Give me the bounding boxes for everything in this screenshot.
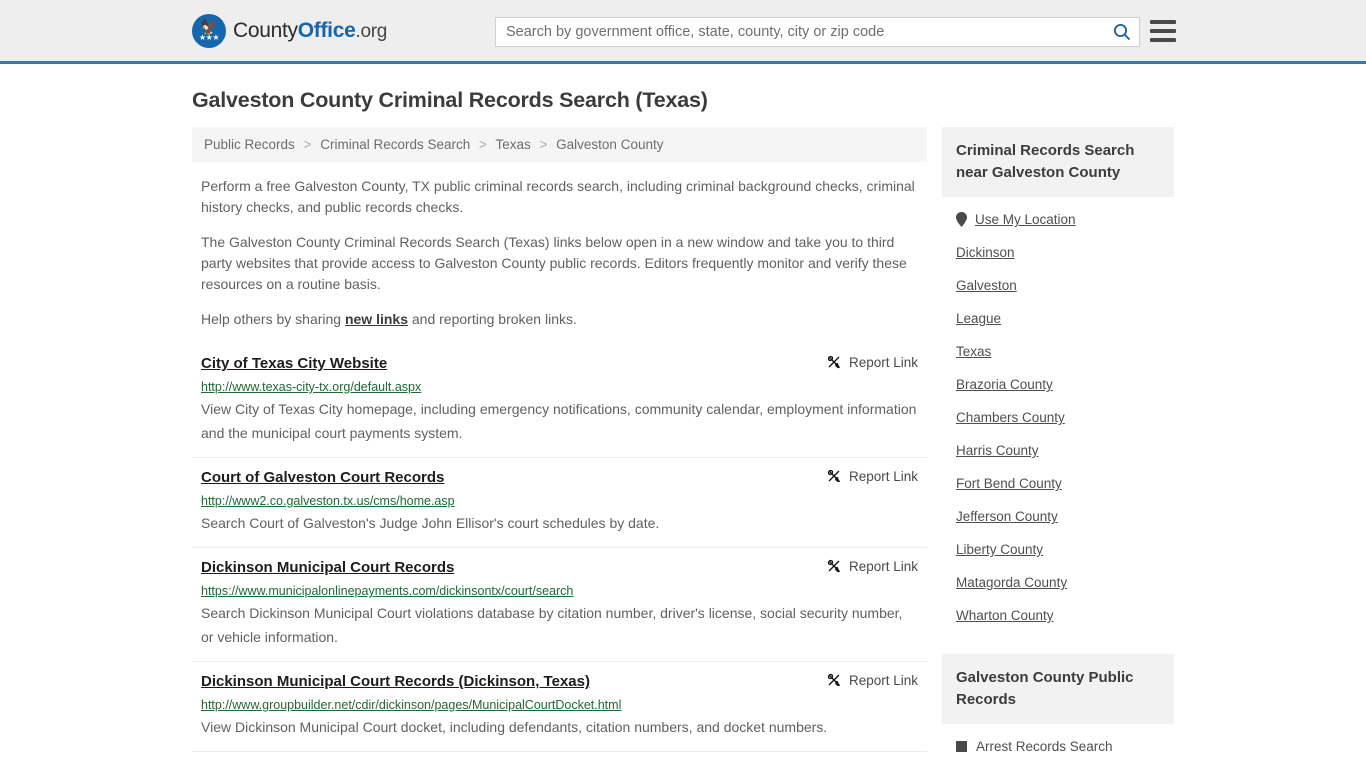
breadcrumb-item[interactable]: Galveston County [556,137,663,152]
breadcrumb-separator: > [479,137,487,152]
breadcrumb-separator: > [303,137,312,152]
menu-bar [1150,20,1176,24]
help-suffix: and reporting broken links. [408,311,577,327]
nearby-link[interactable]: League [956,302,1174,335]
breadcrumb-separator: > [539,137,548,152]
menu-bar [1150,29,1176,33]
search-icon [1114,24,1131,41]
map-pin-icon [956,212,967,227]
broken-link-icon [827,469,840,483]
report-link-label: Report Link [848,672,918,688]
sidebar-public-records-title: Galveston County Public Records [942,654,1174,724]
result-item: Court of Galveston Court Records Report … [192,458,927,548]
report-link-button[interactable]: Report Link [826,354,918,370]
use-my-location-label: Use My Location [975,212,1076,227]
sidebar: Criminal Records Search near Galveston C… [942,127,1174,763]
report-link-button[interactable]: Report Link [826,672,918,688]
nearby-link[interactable]: Wharton County [956,599,1174,632]
result-title-link[interactable]: Dickinson Municipal Court Records [201,558,454,578]
report-link-button[interactable]: Report Link [826,468,918,484]
report-link-label: Report Link [848,468,918,484]
intro-paragraph-2: The Galveston County Criminal Records Se… [201,234,907,292]
breadcrumb-item[interactable]: Texas [495,137,530,152]
result-item: City of Texas City Website Report Link ht… [192,344,927,458]
main-content: Public Records > Criminal Records Search… [192,127,927,752]
result-url[interactable]: http://www.texas-city-tx.org/default.asp… [201,379,918,395]
logo-text: CountyOffice.org [233,19,387,43]
report-link-label: Report Link [848,558,918,574]
report-link-label: Report Link [848,354,918,370]
breadcrumb-item[interactable]: Public Records [204,137,295,152]
help-paragraph: Help others by sharing new links and rep… [192,309,927,330]
use-my-location-link[interactable]: Use My Location [956,203,1174,236]
public-records-links: Arrest Records Search [942,724,1174,763]
logo-bold: Office [297,18,356,42]
result-title-link[interactable]: City of Texas City Website [201,354,387,374]
new-links-link[interactable]: new links [345,311,408,327]
broken-link-icon [827,355,840,369]
result-title-link[interactable]: Dickinson Municipal Court Records (Dicki… [201,672,590,692]
help-prefix: Help others by sharing [201,311,345,327]
result-title-link[interactable]: Court of Galveston Court Records [201,468,444,488]
breadcrumb: Public Records > Criminal Records Search… [192,127,927,162]
page-container: Galveston County Criminal Records Search… [0,88,1366,763]
nearby-link[interactable]: Jefferson County [956,500,1174,533]
sidebar-public-records: Galveston County Public Records Arrest R… [942,654,1174,763]
site-logo[interactable]: 🦅 ★★★ CountyOffice.org [192,13,387,48]
square-bullet-icon [956,741,967,752]
result-item: Dickinson Municipal Court Records (Dicki… [192,662,927,752]
public-records-label: Arrest Records Search [976,739,1113,754]
result-description: Search Court of Galveston's Judge John E… [201,515,660,531]
public-records-link[interactable]: Arrest Records Search [956,730,1174,763]
nearby-link-list: Dickinson Galveston League Texas Brazoria Co… [956,236,1174,632]
eagle-seal-icon: 🦅 ★★★ [192,13,226,48]
results-list: City of Texas City Website Report Link ht… [192,344,927,752]
result-description: Search Dickinson Municipal Court violati… [201,605,903,645]
site-header: 🦅 ★★★ CountyOffice.org [0,0,1366,64]
search-input[interactable] [496,18,1105,46]
result-url[interactable]: http://www2.co.galveston.tx.us/cms/home.… [201,493,918,509]
result-description: View City of Texas City homepage, includ… [201,401,917,441]
nearby-link[interactable]: Dickinson [956,236,1174,269]
result-url[interactable]: https://www.municipalonlinepayments.com/… [201,583,918,599]
breadcrumb-item[interactable]: Criminal Records Search [320,137,470,152]
nearby-link[interactable]: Chambers County [956,401,1174,434]
broken-link-icon [827,559,840,573]
result-url[interactable]: http://www.groupbuilder.net/cdir/dickins… [201,697,918,713]
logo-prefix: County [233,18,298,42]
result-item: Dickinson Municipal Court Records Report… [192,548,927,662]
nearby-link[interactable]: Galveston [956,269,1174,302]
search-bar [495,17,1140,47]
logo-suffix: .org [355,20,388,42]
nearby-link[interactable]: Matagorda County [956,566,1174,599]
search-button[interactable] [1105,18,1139,46]
page-title: Galveston County Criminal Records Search… [192,88,708,112]
intro-paragraph-1: Perform a free Galveston County, TX publ… [201,178,915,215]
nearby-link[interactable]: Fort Bend County [956,467,1174,500]
nearby-link[interactable]: Texas [956,335,1174,368]
menu-bar [1150,38,1176,42]
hamburger-menu-icon[interactable] [1150,20,1176,42]
result-description: View Dickinson Municipal Court docket, i… [201,719,828,735]
broken-link-icon [827,673,840,687]
sidebar-nearby-links: Use My Location Dickinson Galveston League… [942,197,1174,632]
nearby-link[interactable]: Harris County [956,434,1174,467]
nearby-link[interactable]: Liberty County [956,533,1174,566]
sidebar-nearby-title: Criminal Records Search near Galveston C… [942,127,1174,197]
nearby-link[interactable]: Brazoria County [956,368,1174,401]
report-link-button[interactable]: Report Link [826,558,918,574]
